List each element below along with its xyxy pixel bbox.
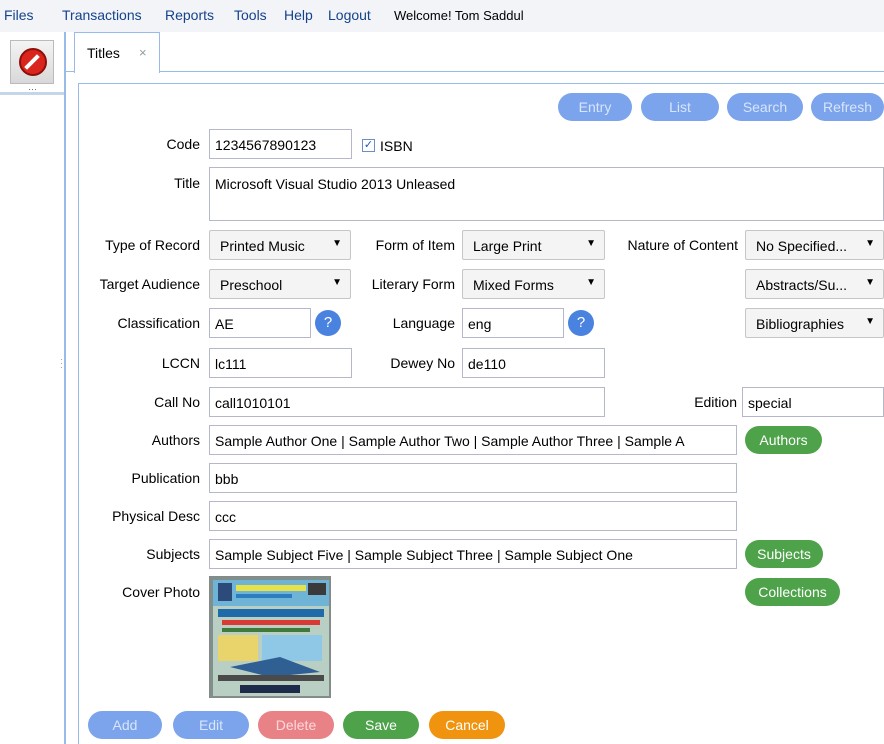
chevron-down-icon: ▼ xyxy=(865,316,875,327)
stop-icon[interactable] xyxy=(10,40,54,84)
authors-label: Authors xyxy=(151,432,200,448)
physical-desc-label: Physical Desc xyxy=(112,508,200,524)
literary-form-label: Literary Form xyxy=(371,276,455,292)
menu-logout[interactable]: Logout xyxy=(328,7,371,23)
chevron-down-icon: ▼ xyxy=(865,238,875,249)
entry-button[interactable]: Entry xyxy=(558,93,632,121)
edition-input[interactable]: special xyxy=(742,387,884,417)
refresh-button[interactable]: Refresh xyxy=(811,93,884,121)
language-help-button[interactable]: ? xyxy=(568,310,594,336)
cover-photo-image[interactable] xyxy=(209,576,331,698)
subjects-label: Subjects xyxy=(146,546,200,562)
title-label: Title xyxy=(174,175,200,191)
nature-of-content-select-1[interactable]: No Specified... ▼ xyxy=(745,230,884,260)
title-input[interactable]: Microsoft Visual Studio 2013 Unleased xyxy=(209,167,884,221)
dewey-no-label: Dewey No xyxy=(390,355,455,371)
menu-help[interactable]: Help xyxy=(284,7,313,23)
language-input[interactable]: eng xyxy=(462,308,564,338)
menu-bar: Files Transactions Reports Tools Help Lo… xyxy=(0,0,884,32)
left-panel: ··· xyxy=(0,32,64,744)
form-of-item-label: Form of Item xyxy=(375,237,455,253)
tab-titles-label: Titles xyxy=(87,45,120,61)
publication-label: Publication xyxy=(131,470,201,486)
cover-photo-label: Cover Photo xyxy=(122,584,200,600)
physical-desc-input[interactable]: ccc xyxy=(209,501,737,531)
authors-input[interactable]: Sample Author One | Sample Author Two | … xyxy=(209,425,737,455)
menu-transactions[interactable]: Transactions xyxy=(62,7,142,23)
lccn-label: LCCN xyxy=(161,355,200,371)
form-of-item-value: Large Print xyxy=(473,238,542,254)
literary-form-select[interactable]: Mixed Forms ▼ xyxy=(462,269,605,299)
edit-button[interactable]: Edit xyxy=(173,711,249,739)
dewey-no-input[interactable]: de110 xyxy=(462,348,605,378)
isbn-label: ISBN xyxy=(380,138,413,154)
menu-reports[interactable]: Reports xyxy=(165,7,214,23)
type-of-record-label: Type of Record xyxy=(105,237,200,253)
nature-of-content-select-3[interactable]: Bibliographies ▼ xyxy=(745,308,884,338)
classification-input[interactable]: AE xyxy=(209,308,311,338)
isbn-checkbox[interactable]: ✓ xyxy=(362,139,375,152)
classification-label: Classification xyxy=(117,315,200,331)
nature-of-content-value-1: No Specified... xyxy=(756,238,848,254)
target-audience-select[interactable]: Preschool ▼ xyxy=(209,269,351,299)
menu-files[interactable]: Files xyxy=(4,7,34,23)
subjects-input[interactable]: Sample Subject Five | Sample Subject Thr… xyxy=(209,539,737,569)
type-of-record-value: Printed Music xyxy=(220,238,305,254)
type-of-record-select[interactable]: Printed Music ▼ xyxy=(209,230,351,260)
chevron-down-icon: ▼ xyxy=(586,238,596,249)
chevron-down-icon: ▼ xyxy=(586,277,596,288)
left-panel-divider xyxy=(0,92,64,95)
chevron-down-icon: ▼ xyxy=(332,238,342,249)
list-button[interactable]: List xyxy=(641,93,719,121)
form-of-item-select[interactable]: Large Print ▼ xyxy=(462,230,605,260)
save-button[interactable]: Save xyxy=(343,711,419,739)
search-button[interactable]: Search xyxy=(727,93,803,121)
code-input[interactable]: 1234567890123 xyxy=(209,129,352,159)
nature-of-content-value-3: Bibliographies xyxy=(756,316,844,332)
close-icon[interactable]: × xyxy=(139,45,147,60)
publication-input[interactable]: bbb xyxy=(209,463,737,493)
classification-help-button[interactable]: ? xyxy=(315,310,341,336)
menu-tools[interactable]: Tools xyxy=(234,7,267,23)
call-no-input[interactable]: call1010101 xyxy=(209,387,605,417)
cover-photo-graphic xyxy=(210,577,330,697)
literary-form-value: Mixed Forms xyxy=(473,277,554,293)
chevron-down-icon: ▼ xyxy=(865,277,875,288)
target-audience-value: Preschool xyxy=(220,277,283,293)
authors-button[interactable]: Authors xyxy=(745,426,822,454)
chevron-down-icon: ▼ xyxy=(332,277,342,288)
subjects-button[interactable]: Subjects xyxy=(745,540,823,568)
language-label: Language xyxy=(392,315,455,331)
cancel-button[interactable]: Cancel xyxy=(429,711,505,739)
splitter-handle-icon[interactable]: · · · xyxy=(60,356,63,372)
code-label: Code xyxy=(166,136,200,152)
panel-splitter[interactable] xyxy=(64,32,66,744)
target-audience-label: Target Audience xyxy=(99,276,200,292)
nature-of-content-select-2[interactable]: Abstracts/Su... ▼ xyxy=(745,269,884,299)
nature-of-content-value-2: Abstracts/Su... xyxy=(756,277,848,293)
collections-button[interactable]: Collections xyxy=(745,578,840,606)
add-button[interactable]: Add xyxy=(88,711,162,739)
delete-button[interactable]: Delete xyxy=(258,711,334,739)
call-no-label: Call No xyxy=(154,394,200,410)
nature-of-content-label: Nature of Content xyxy=(627,237,738,253)
edition-label: Edition xyxy=(694,394,737,410)
welcome-text: Welcome! Tom Saddul xyxy=(394,8,524,23)
tab-strip: Titles × xyxy=(66,32,884,73)
tab-titles[interactable]: Titles × xyxy=(74,32,160,73)
lccn-input[interactable]: lc111 xyxy=(209,348,352,378)
